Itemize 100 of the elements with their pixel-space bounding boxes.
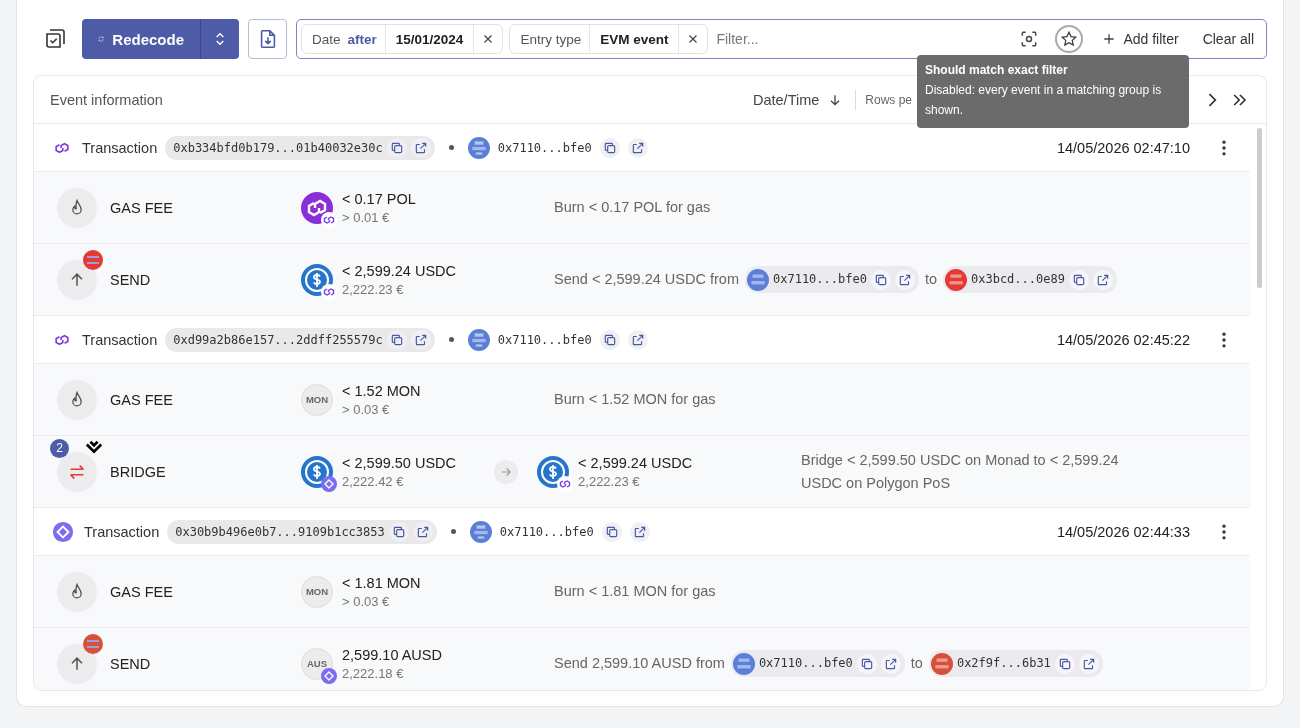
token-amount: < 1.81 MON bbox=[342, 574, 421, 591]
external-link-icon[interactable] bbox=[627, 329, 648, 350]
separator-dot bbox=[448, 145, 454, 150]
external-link-icon[interactable] bbox=[410, 137, 431, 158]
filter-value: EVM event bbox=[590, 25, 680, 53]
select-all-icon[interactable] bbox=[43, 27, 67, 51]
chain-link-icon bbox=[557, 475, 574, 492]
event-type: GAS FEE bbox=[110, 391, 173, 408]
external-link-icon[interactable] bbox=[894, 269, 915, 290]
external-link-icon[interactable] bbox=[410, 329, 431, 350]
transaction-hash: 0x30b9b496e0b7...9109b1cc3853 bbox=[175, 524, 385, 539]
fiat-value: 2,222.42 € bbox=[342, 473, 405, 489]
wallet-address: 0x7110...bfe0 bbox=[497, 332, 592, 347]
copy-icon[interactable] bbox=[386, 329, 407, 350]
flame-icon bbox=[57, 379, 97, 420]
wallet-address: 0x7110...bfe0 bbox=[497, 140, 592, 155]
external-link-icon[interactable] bbox=[1092, 269, 1113, 290]
copy-icon[interactable] bbox=[388, 521, 409, 542]
options-button[interactable] bbox=[200, 19, 239, 59]
fiat-value: 2,222.18 € bbox=[342, 665, 405, 681]
rows-per-page-label: Rows pe bbox=[865, 92, 912, 107]
event-type: SEND bbox=[110, 655, 151, 672]
chain-link-icon bbox=[321, 211, 337, 228]
event-description: Bridge < 2,599.50 USDC on Monad to < 2,599.24 USDC on Polygon PoS bbox=[801, 450, 1120, 493]
date-time: 14/05/2026 02:45:22 bbox=[1056, 331, 1190, 348]
fiat-value: > 0.03 € bbox=[342, 401, 391, 417]
event-description: Burn < 1.52 MON for gas bbox=[554, 390, 716, 409]
transaction-label: Transaction bbox=[82, 139, 158, 156]
copy-icon[interactable] bbox=[1068, 269, 1089, 290]
wallet-address: 0x3bcd...0e89 bbox=[971, 271, 1065, 288]
wallet-address: 0x7110...bfe0 bbox=[758, 655, 853, 672]
arrow-right-icon bbox=[494, 459, 519, 484]
fiat-value: > 0.03 € bbox=[342, 593, 391, 609]
transaction-hash: 0xb334bfd0b179...01b40032e30c bbox=[173, 140, 383, 155]
filter-key: Date after bbox=[302, 25, 386, 53]
add-filter-button[interactable]: Add filter bbox=[1095, 31, 1185, 47]
transaction-hash: 0xd99a2b86e157...2ddff255579c bbox=[173, 332, 383, 347]
event-type: BRIDGE bbox=[110, 463, 166, 480]
download-button[interactable] bbox=[248, 19, 287, 59]
column-header: Event information bbox=[50, 91, 163, 108]
arrow-up-icon bbox=[57, 259, 97, 300]
token-symbol: MON bbox=[301, 575, 333, 608]
swap-icon bbox=[57, 451, 97, 492]
fiat-value: > 0.01 € bbox=[342, 209, 391, 225]
filter-key: Entry type bbox=[510, 25, 591, 53]
token-symbol: MON bbox=[301, 383, 333, 416]
filter-value: 15/01/2024 bbox=[385, 25, 475, 53]
token-amount: < 2,599.50 USDC bbox=[342, 454, 457, 471]
copy-icon[interactable] bbox=[599, 329, 620, 350]
scrollbar[interactable] bbox=[1257, 128, 1262, 288]
external-link-icon[interactable] bbox=[1078, 653, 1099, 674]
token-amount: < 1.52 MON bbox=[342, 382, 421, 399]
filter-chip[interactable]: Date after 15/01/2024 bbox=[301, 24, 504, 54]
copy-icon[interactable] bbox=[386, 137, 407, 158]
external-link-icon[interactable] bbox=[629, 521, 650, 542]
tooltip-title: Should match exact filter bbox=[925, 63, 1069, 77]
separator-dot bbox=[450, 529, 456, 534]
date-time: 14/05/2026 02:47:10 bbox=[1056, 139, 1190, 156]
count-badge: 2 bbox=[50, 438, 69, 458]
external-link-icon[interactable] bbox=[880, 653, 901, 674]
event-description: Burn < 0.17 POL for gas bbox=[554, 198, 711, 217]
date-time: 14/05/2026 02:44:33 bbox=[1056, 523, 1190, 540]
event-description: Burn < 1.81 MON for gas bbox=[554, 582, 716, 601]
separator-dot bbox=[448, 337, 454, 342]
wallet-address: 0x7110...bfe0 bbox=[499, 524, 594, 539]
copy-icon[interactable] bbox=[1054, 653, 1075, 674]
star-icon bbox=[1060, 30, 1079, 48]
event-type: SEND bbox=[110, 271, 151, 288]
copy-icon[interactable] bbox=[599, 137, 620, 158]
fiat-value: 2,222.23 € bbox=[342, 281, 405, 297]
wallet-address: 0x7110...bfe0 bbox=[773, 271, 867, 288]
fiat-value: 2,222.23 € bbox=[578, 473, 641, 489]
views-button[interactable] bbox=[1055, 25, 1084, 53]
redecode-button[interactable]: Redecode bbox=[82, 19, 200, 59]
filter-chip[interactable]: Entry type EVM event bbox=[509, 24, 709, 54]
flame-icon bbox=[57, 187, 97, 228]
token-amount: < 0.17 POL bbox=[342, 190, 416, 207]
event-description: Send 2,599.10 AUSD from bbox=[554, 654, 725, 673]
copy-icon[interactable] bbox=[870, 269, 891, 290]
event-type: GAS FEE bbox=[110, 583, 173, 600]
token-amount: 2,599.10 AUSD bbox=[342, 646, 442, 663]
external-link-icon[interactable] bbox=[412, 521, 433, 542]
external-link-icon[interactable] bbox=[627, 137, 648, 158]
flame-icon bbox=[57, 571, 97, 612]
clear-all-button[interactable]: Clear all bbox=[1196, 31, 1260, 47]
wallet-address: 0x2f9f...6b31 bbox=[956, 655, 1051, 672]
chain-link-icon bbox=[321, 283, 337, 300]
transaction-label: Transaction bbox=[84, 523, 160, 540]
chain-diamond-icon bbox=[321, 667, 337, 684]
event-description: to bbox=[924, 270, 937, 289]
token-amount: < 2,599.24 USDC bbox=[578, 454, 693, 471]
event-type: GAS FEE bbox=[110, 199, 173, 216]
event-description: Send < 2,599.24 USDC from bbox=[554, 270, 739, 289]
arrow-up-icon bbox=[57, 643, 97, 684]
copy-icon[interactable] bbox=[601, 521, 622, 542]
chain-diamond-icon bbox=[321, 475, 337, 492]
token-amount: < 2,599.24 USDC bbox=[342, 262, 457, 279]
sort-button[interactable]: Date/Time bbox=[746, 90, 850, 109]
copy-icon[interactable] bbox=[856, 653, 877, 674]
transaction-label: Transaction bbox=[82, 331, 158, 348]
